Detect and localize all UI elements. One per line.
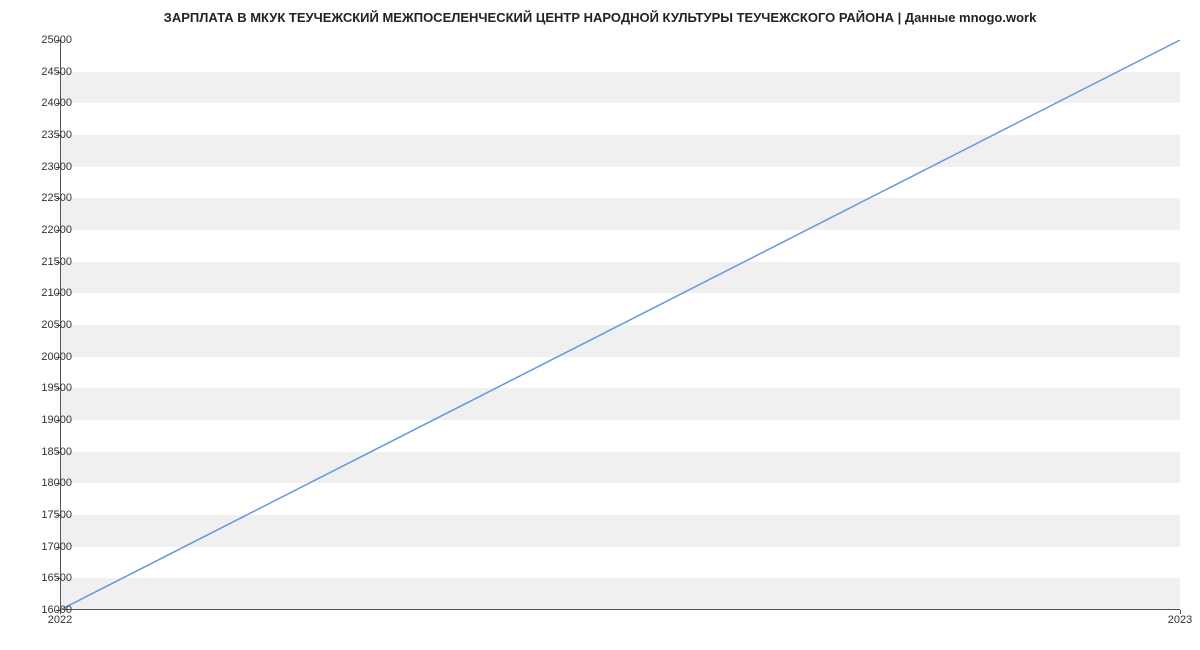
grid-band [60, 325, 1180, 357]
y-tick-label: 17000 [22, 541, 72, 553]
y-tick-label: 22000 [22, 224, 72, 236]
grid-band [60, 262, 1180, 294]
y-tick-label: 23000 [22, 161, 72, 173]
grid-band [60, 388, 1180, 420]
chart-title: ЗАРПЛАТА В МКУК ТЕУЧЕЖСКИЙ МЕЖПОСЕЛЕНЧЕС… [0, 0, 1200, 33]
y-tick-label: 19500 [22, 382, 72, 394]
y-tick-label: 18000 [22, 477, 72, 489]
y-tick-label: 22500 [22, 192, 72, 204]
plot-area [60, 40, 1180, 610]
y-tick-label: 17500 [22, 509, 72, 521]
grid-band [60, 515, 1180, 547]
y-tick-label: 18500 [22, 446, 72, 458]
y-tick-label: 24500 [22, 66, 72, 78]
y-tick-label: 20000 [22, 351, 72, 363]
grid-band [60, 198, 1180, 230]
grid-band [60, 135, 1180, 167]
y-tick-label: 19000 [22, 414, 72, 426]
y-tick-label: 23500 [22, 129, 72, 141]
x-tick-label: 2022 [48, 614, 72, 626]
y-tick-label: 21500 [22, 256, 72, 268]
y-tick-label: 20500 [22, 319, 72, 331]
x-tick-label: 2023 [1168, 614, 1192, 626]
grid-band [60, 578, 1180, 610]
y-tick-label: 21000 [22, 287, 72, 299]
y-tick-label: 24000 [22, 97, 72, 109]
y-tick-label: 16500 [22, 572, 72, 584]
y-tick-label: 25000 [22, 34, 72, 46]
grid-band [60, 452, 1180, 484]
grid-band [60, 72, 1180, 104]
x-axis-line [60, 609, 1180, 610]
